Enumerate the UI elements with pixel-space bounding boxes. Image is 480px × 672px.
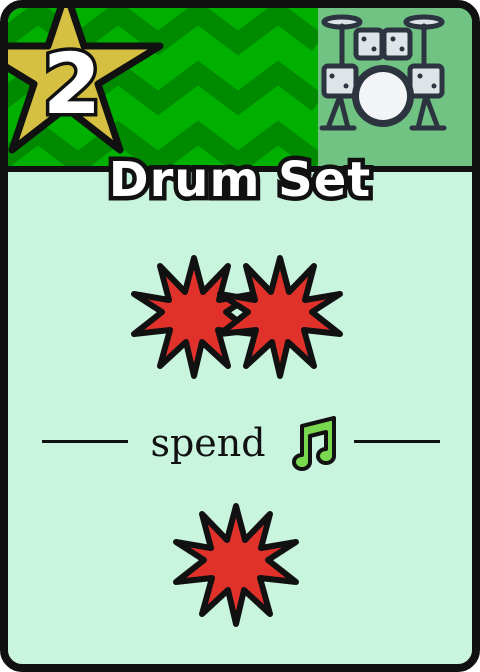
art-panel	[318, 8, 472, 166]
card[interactable]: 2 Drum Set spend	[0, 0, 480, 672]
burst-icon	[217, 255, 343, 379]
divider-left	[42, 440, 128, 443]
cost-value: 2	[39, 32, 104, 137]
burst-icon	[173, 503, 299, 627]
card-title: Drum Set	[104, 148, 374, 213]
music-note-icon	[292, 416, 336, 471]
spend-label: spend	[150, 421, 266, 465]
drum-set-icon	[319, 14, 447, 131]
divider-right	[354, 440, 440, 443]
